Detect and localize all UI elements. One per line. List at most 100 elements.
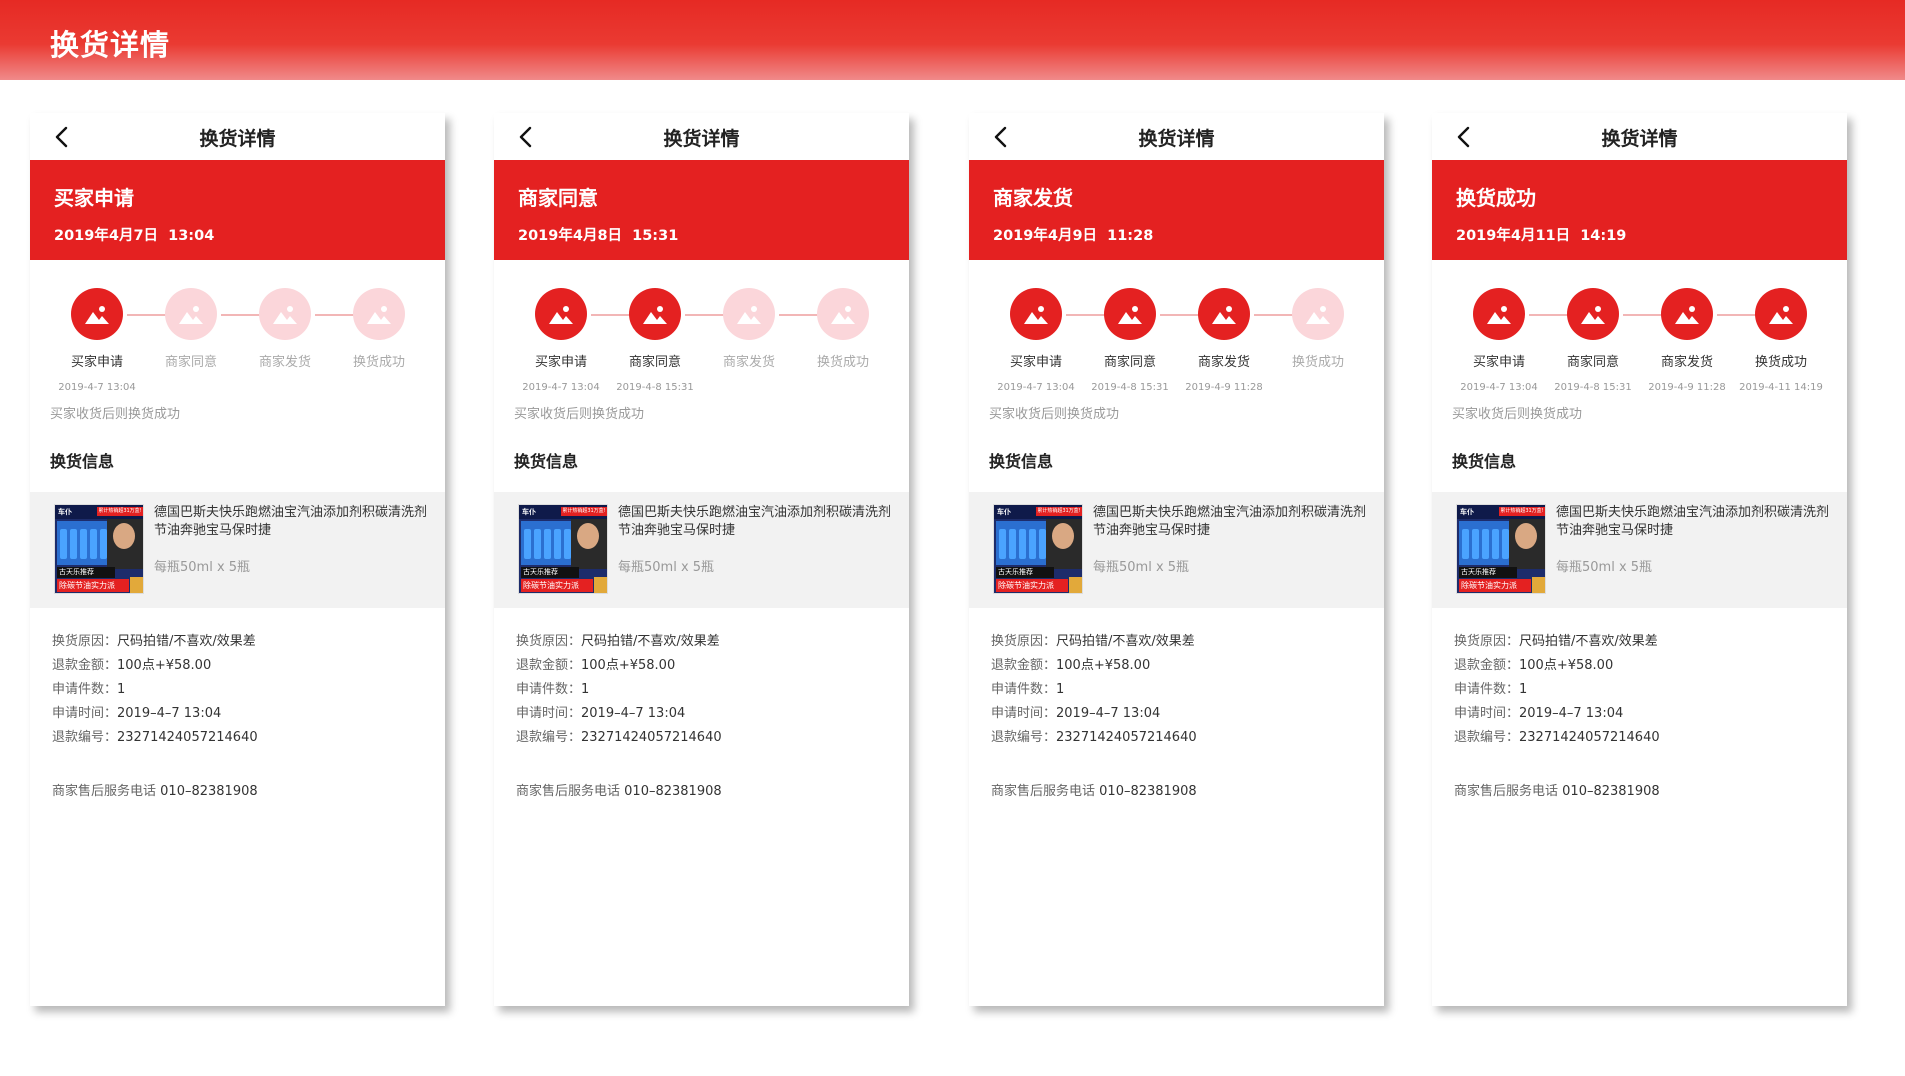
- detail-value: 1: [581, 682, 590, 697]
- step-circle: [817, 288, 869, 340]
- status-time: 2019年4月8日 15:31: [518, 228, 679, 244]
- exchange-note: 买家收货后则换货成功: [50, 407, 181, 422]
- step-item: 买家申请 2019-4-7 13:04: [1452, 288, 1546, 394]
- detail-row: 申请时间：2019–4–7 13:04: [991, 702, 1384, 726]
- detail-row: 申请件数：1: [516, 678, 909, 702]
- step-time: 2019-4-8 15:31: [1091, 382, 1169, 393]
- detail-label: 换货原因：: [1454, 634, 1520, 649]
- step-time: 2019-4-11 14:19: [1739, 382, 1823, 393]
- step-item: 商家发货: [238, 288, 332, 394]
- service-phone[interactable]: 010–82381908: [160, 784, 257, 799]
- step-item: 商家发货: [702, 288, 796, 394]
- section-title: 换货信息: [1452, 452, 1517, 471]
- step-item: 商家发货 2019-4-9 11:28: [1640, 288, 1734, 394]
- service-phone[interactable]: 010–82381908: [624, 784, 721, 799]
- progress-steps: 买家申请 2019-4-7 13:04 商家同意 2019-4-8 15:31: [1432, 260, 1847, 407]
- step-time: [702, 382, 796, 394]
- step-label: 买家申请: [70, 355, 123, 370]
- step-circle: [165, 288, 217, 340]
- progress-steps: 买家申请 2019-4-7 13:04 商家同意 2019-4-8 15:31: [969, 260, 1384, 407]
- detail-label: 退款编号：: [991, 730, 1057, 745]
- status-header: 商家发货 2019年4月9日 11:28: [969, 160, 1384, 260]
- step-circle: [723, 288, 775, 340]
- step-circle: [535, 288, 587, 340]
- exchange-details: 换货原因：尺码拍错/不喜欢/效果差 退款金额：100点+¥58.00 申请件数：…: [969, 608, 1384, 750]
- detail-value: 100点+¥58.00: [1056, 658, 1151, 673]
- step-item: 商家发货 2019-4-9 11:28: [1177, 288, 1271, 394]
- image-icon: [1212, 306, 1236, 324]
- step-circle: [259, 288, 311, 340]
- step-label: 商家发货: [1197, 355, 1250, 370]
- product-image[interactable]: 车仆 累计热销超31万盒! 古天乐推荐 除碳节油实力派: [54, 504, 144, 594]
- nav-title: 换货详情: [663, 128, 740, 150]
- product-card[interactable]: 车仆 累计热销超31万盒! 古天乐推荐 除碳节油实力派 德国巴斯夫快乐跑燃油宝汽…: [494, 492, 909, 608]
- step-circle: [1473, 288, 1525, 340]
- phone-screen-1: 换货详情 买家申请 2019年4月7日 13:04 买家申请 2019-4-7 …: [30, 113, 445, 1006]
- service-label: 商家售后服务电话: [516, 784, 621, 799]
- detail-value: 2019–4–7 13:04: [581, 706, 686, 721]
- status-time: 2019年4月7日 13:04: [54, 228, 215, 244]
- step-time: 2019-4-7 13:04: [58, 382, 136, 393]
- service-phone[interactable]: 010–82381908: [1562, 784, 1659, 799]
- detail-row: 退款编号：23271424057214640: [1454, 726, 1847, 750]
- nav-title: 换货详情: [1601, 128, 1678, 150]
- step-time: 2019-4-7 13:04: [1460, 382, 1538, 393]
- product-card[interactable]: 车仆 累计热销超31万盒! 古天乐推荐 除碳节油实力派 德国巴斯夫快乐跑燃油宝汽…: [969, 492, 1384, 608]
- badge-graphic: [594, 577, 607, 593]
- step-item: 买家申请 2019-4-7 13:04: [989, 288, 1083, 394]
- image-icon: [1581, 306, 1605, 324]
- product-image-logo: 车仆: [997, 508, 1011, 516]
- detail-row: 退款金额：100点+¥58.00: [516, 654, 909, 678]
- status-header: 买家申请 2019年4月7日 13:04: [30, 160, 445, 260]
- product-image[interactable]: 车仆 累计热销超31万盒! 古天乐推荐 除碳节油实力派: [993, 504, 1083, 594]
- detail-value: 尺码拍错/不喜欢/效果差: [1519, 634, 1658, 649]
- image-icon: [643, 306, 667, 324]
- service-phone[interactable]: 010–82381908: [1099, 784, 1196, 799]
- detail-label: 申请件数：: [516, 682, 582, 697]
- step-label: 买家申请: [1009, 355, 1062, 370]
- product-image-logo: 车仆: [1460, 508, 1474, 516]
- product-name[interactable]: 德国巴斯夫快乐跑燃油宝汽油添加剂积碳清洗剂节油奔驰宝马保时捷: [1556, 504, 1836, 540]
- badge-graphic: [130, 577, 143, 593]
- nav-title: 换货详情: [1138, 128, 1215, 150]
- product-image-tag: 古天乐推荐: [996, 567, 1054, 578]
- step-label: 商家同意: [1103, 355, 1156, 370]
- detail-label: 申请时间：: [52, 706, 118, 721]
- detail-value: 100点+¥58.00: [581, 658, 676, 673]
- detail-value: 1: [1519, 682, 1528, 697]
- progress-steps: 买家申请 2019-4-7 13:04 商家同意 2019-4-8 15:31: [494, 260, 909, 407]
- product-image[interactable]: 车仆 累计热销超31万盒! 古天乐推荐 除碳节油实力派: [518, 504, 608, 594]
- detail-label: 退款编号：: [52, 730, 118, 745]
- product-name[interactable]: 德国巴斯夫快乐跑燃油宝汽油添加剂积碳清洗剂节油奔驰宝马保时捷: [154, 504, 434, 540]
- section-title: 换货信息: [514, 452, 579, 471]
- detail-label: 退款编号：: [1454, 730, 1520, 745]
- badge-graphic: [1532, 577, 1545, 593]
- bottles-graphic: [996, 521, 1048, 565]
- product-card[interactable]: 车仆 累计热销超31万盒! 古天乐推荐 除碳节油实力派 德国巴斯夫快乐跑燃油宝汽…: [1432, 492, 1847, 608]
- product-image-slogan: 除碳节油实力派: [1459, 579, 1531, 592]
- status-title: 换货成功: [1456, 186, 1536, 210]
- image-icon: [367, 306, 391, 324]
- detail-value: 100点+¥58.00: [117, 658, 212, 673]
- product-name[interactable]: 德国巴斯夫快乐跑燃油宝汽油添加剂积碳清洗剂节油奔驰宝马保时捷: [1093, 504, 1373, 540]
- step-circle: [1104, 288, 1156, 340]
- detail-row: 申请时间：2019–4–7 13:04: [52, 702, 445, 726]
- exchange-details: 换货原因：尺码拍错/不喜欢/效果差 退款金额：100点+¥58.00 申请件数：…: [494, 608, 909, 750]
- product-image[interactable]: 车仆 累计热销超31万盒! 古天乐推荐 除碳节油实力派: [1456, 504, 1546, 594]
- step-item: 买家申请 2019-4-7 13:04: [514, 288, 608, 394]
- status-time: 2019年4月11日 14:19: [1456, 228, 1627, 244]
- detail-label: 退款金额：: [516, 658, 582, 673]
- product-card[interactable]: 车仆 累计热销超31万盒! 古天乐推荐 除碳节油实力派 德国巴斯夫快乐跑燃油宝汽…: [30, 492, 445, 608]
- step-item: 换货成功: [1271, 288, 1365, 394]
- detail-label: 退款金额：: [1454, 658, 1520, 673]
- detail-value: 23271424057214640: [1519, 730, 1660, 745]
- product-spec: 每瓶50ml x 5瓶: [618, 560, 715, 575]
- detail-value: 2019–4–7 13:04: [1519, 706, 1624, 721]
- detail-row: 换货原因：尺码拍错/不喜欢/效果差: [991, 630, 1384, 654]
- product-image-banner: 累计热销超31万盒!: [561, 507, 607, 516]
- product-name[interactable]: 德国巴斯夫快乐跑燃油宝汽油添加剂积碳清洗剂节油奔驰宝马保时捷: [618, 504, 898, 540]
- image-icon: [1487, 306, 1511, 324]
- status-title: 商家发货: [993, 186, 1073, 210]
- step-circle: [1755, 288, 1807, 340]
- step-time: [144, 382, 238, 394]
